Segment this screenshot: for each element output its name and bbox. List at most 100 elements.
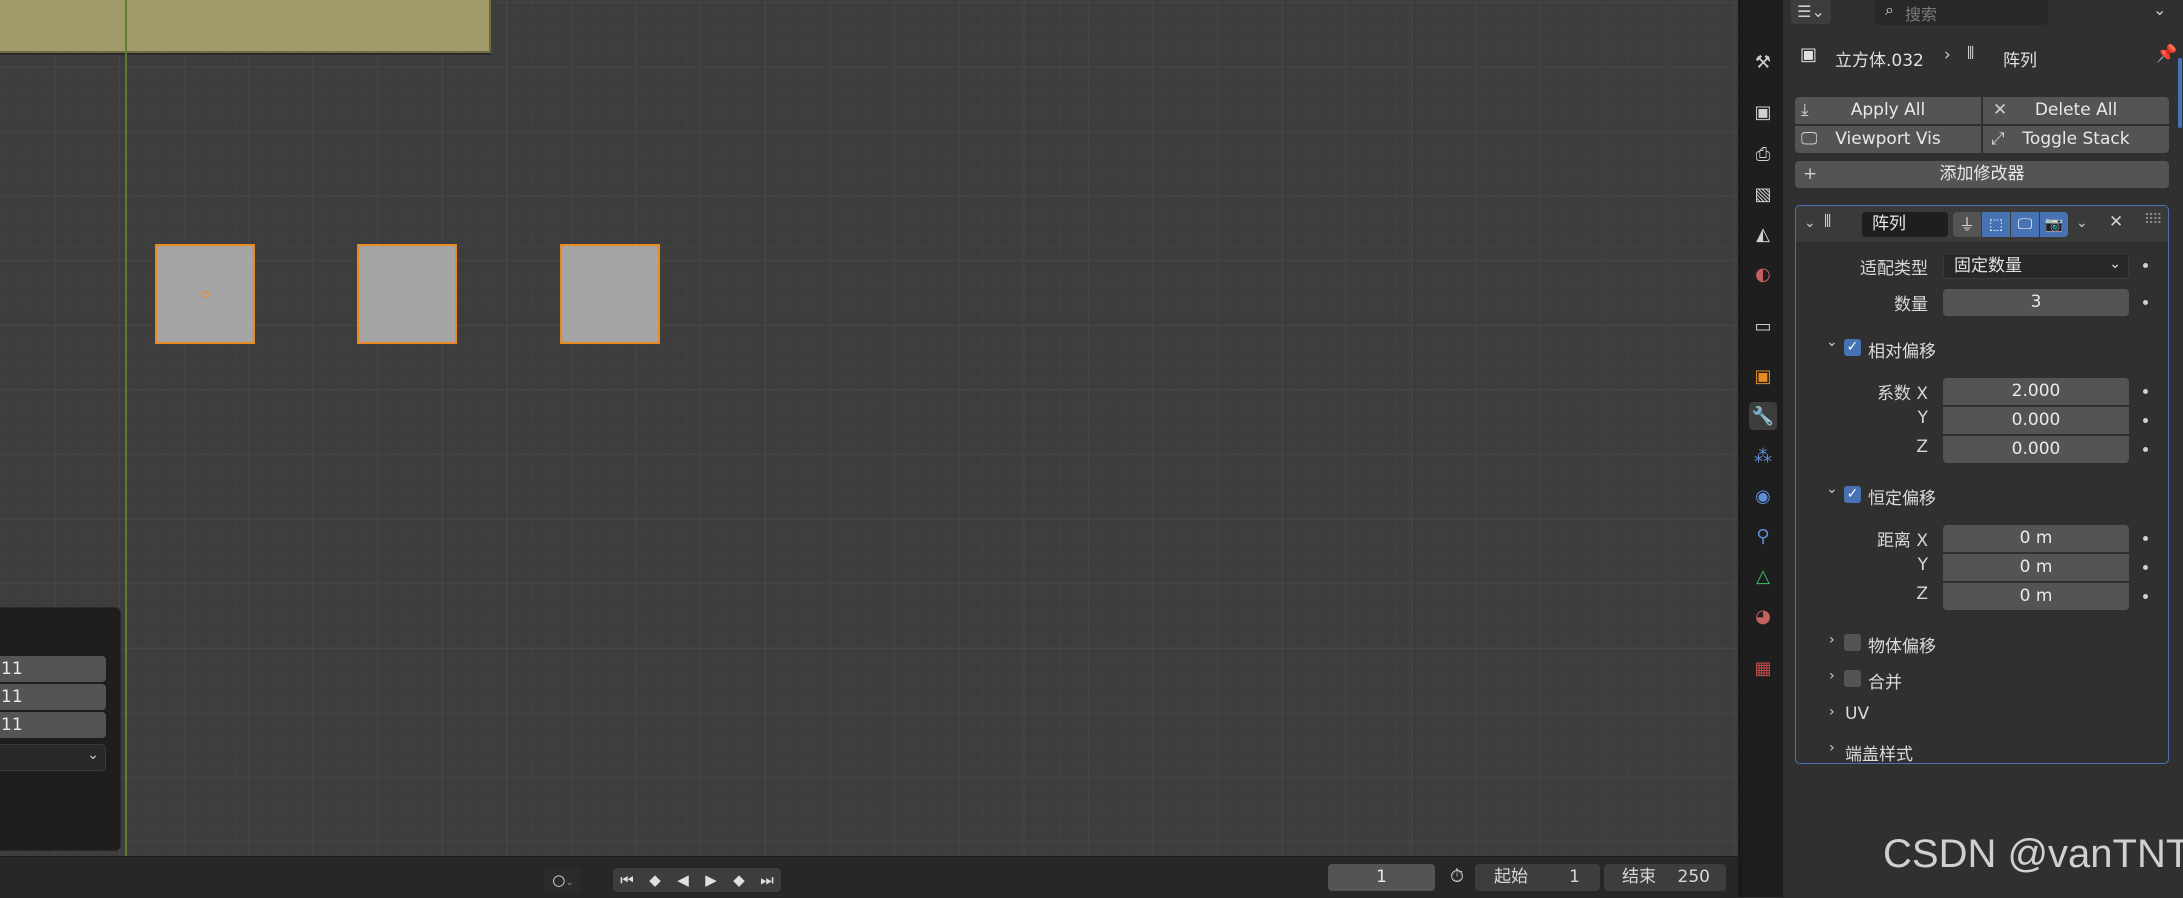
caps-section-label[interactable]: 端盖样式	[1845, 740, 1913, 765]
cube-object-2[interactable]	[357, 244, 457, 344]
operator-value-field[interactable]: 11	[0, 712, 106, 738]
image-icon: ▧	[1754, 183, 1772, 205]
render-toggle[interactable]: 📷	[2040, 212, 2068, 237]
keyframe-dot[interactable]	[2143, 389, 2148, 394]
relative-offset-checkbox[interactable]: ✓	[1844, 339, 1861, 356]
chevron-down-icon[interactable]: ⌄	[2076, 215, 2088, 231]
next-keyframe-button[interactable]: ◆	[725, 868, 753, 892]
constant-offset-checkbox[interactable]: ✓	[1844, 486, 1861, 503]
delete-all-label: Delete All	[2034, 100, 2118, 120]
keyframe-dot[interactable]	[2143, 263, 2148, 268]
constant-offset-label: 恒定偏移	[1868, 489, 1936, 509]
chevron-down-icon[interactable]: ⌄	[1804, 215, 1816, 231]
checker-icon: ▦	[1754, 657, 1772, 679]
factor-x-field[interactable]: 2.000	[1943, 378, 2129, 405]
array-modifier-panel: ⌄ ⫴ 阵列 ⏚ ⬚ 🖵 📷 ⌄ ✕ ⠿⠿ 适配类型 固定数量 ⌄ 数量 3 ⌄…	[1795, 205, 2169, 765]
output-tab[interactable]: ⎙	[1749, 140, 1777, 168]
toggle-stack-button[interactable]: ⤢ Toggle Stack	[1983, 126, 2169, 153]
viewport-vis-button[interactable]: 🖵 Viewport Vis	[1795, 126, 1981, 153]
modifier-context-label: 阵列	[2003, 51, 2037, 71]
material-tab[interactable]: ◕	[1749, 602, 1777, 630]
factor-y-label: Y	[1917, 408, 1928, 428]
realtime-toggle[interactable]: 🖵	[2011, 212, 2039, 237]
scrollbar[interactable]	[2178, 58, 2182, 128]
keyframe-type-dropdown[interactable]: ○⌄	[545, 868, 581, 892]
keyframe-dot[interactable]	[2143, 536, 2148, 541]
scene-tab[interactable]: ◭	[1749, 220, 1777, 248]
constraints-tab[interactable]: ⚲	[1749, 522, 1777, 550]
search-field[interactable]: ⌕ 搜索	[1875, 0, 2048, 25]
chevron-right-icon[interactable]: ›	[1829, 704, 1835, 720]
data-tab[interactable]: △	[1749, 562, 1777, 590]
options-dropdown[interactable]: ⌄	[2153, 0, 2166, 19]
operator-value-field[interactable]: 11	[0, 656, 106, 682]
close-icon[interactable]: ✕	[2109, 212, 2123, 232]
delete-all-button[interactable]: ✕ Delete All	[1983, 97, 2169, 124]
count-field[interactable]: 3	[1943, 289, 2129, 316]
apply-all-button[interactable]: ⤓ Apply All	[1795, 97, 1981, 124]
object-tab[interactable]: ▣	[1749, 362, 1777, 390]
editor-type-button[interactable]: ☰⌄	[1791, 0, 1831, 24]
chevron-right-icon[interactable]: ›	[1829, 632, 1835, 648]
world-icon: ◐	[1755, 263, 1771, 285]
chevron-down-icon[interactable]: ⌄	[1826, 334, 1838, 350]
object-offset-checkbox[interactable]	[1844, 634, 1861, 651]
edit-cage-toggle[interactable]: ⏚	[1953, 212, 1981, 237]
uv-section-label[interactable]: UV	[1845, 704, 1869, 724]
physics-tab[interactable]: ◉	[1749, 482, 1777, 510]
collection-tab[interactable]: ▭	[1749, 312, 1777, 340]
factor-y-field[interactable]: 0.000	[1943, 407, 2129, 434]
chevron-right-icon[interactable]: ›	[1829, 668, 1835, 684]
wrench-icon: 🔧	[1751, 405, 1775, 427]
keyframe-dot[interactable]	[2143, 418, 2148, 423]
distance-x-label: 距离 X	[1876, 531, 1928, 551]
chevron-down-icon: ⌄	[565, 877, 574, 888]
prev-keyframe-button[interactable]: ◆	[641, 868, 669, 892]
object-origin	[202, 291, 209, 298]
keyframe-dot[interactable]	[2143, 447, 2148, 452]
view-layer-tab[interactable]: ▧	[1749, 180, 1777, 208]
chevron-right-icon[interactable]: ›	[1829, 740, 1835, 756]
current-frame-field[interactable]: 1	[1328, 864, 1435, 891]
cube-object-1[interactable]	[155, 244, 255, 344]
distance-z-label: Z	[1916, 584, 1928, 604]
frame-start-field[interactable]: 起始 1	[1475, 864, 1600, 891]
edit-mode-toggle[interactable]: ⬚	[1982, 212, 2010, 237]
keyframe-dot[interactable]	[2143, 300, 2148, 305]
frame-end-field[interactable]: 结束 250	[1604, 864, 1726, 891]
cube-object-3[interactable]	[560, 244, 660, 344]
distance-z-field[interactable]: 0 m	[1943, 583, 2129, 610]
operator-dropdown[interactable]: ⌄	[0, 744, 106, 771]
stopwatch-icon[interactable]: ⏱	[1446, 866, 1468, 888]
render-icon: ▣	[1754, 101, 1772, 123]
play-reverse-button[interactable]: ◀	[669, 868, 697, 892]
keyframe-dot[interactable]	[2143, 565, 2148, 570]
play-button[interactable]: ▶	[697, 868, 725, 892]
merge-checkbox[interactable]	[1844, 670, 1861, 687]
drag-handle-icon[interactable]: ⠿⠿	[2144, 212, 2162, 228]
monitor-icon: 🖵	[1801, 129, 1818, 149]
3d-viewport[interactable]: 11 11 11 ⌄	[0, 0, 1738, 856]
prev-keyframe-icon: ◆	[649, 871, 661, 889]
world-tab[interactable]: ◐	[1749, 260, 1777, 288]
pin-icon[interactable]: 📌	[2156, 44, 2177, 64]
frame-start-value: 1	[1569, 867, 1580, 887]
operator-value-field[interactable]: 11	[0, 684, 106, 710]
keyframe-dot[interactable]	[2143, 594, 2148, 599]
jump-start-button[interactable]: ⏮	[613, 868, 641, 892]
particles-tab[interactable]: ⁂	[1749, 442, 1777, 470]
modifier-tab[interactable]: 🔧	[1749, 402, 1777, 430]
chevron-down-icon[interactable]: ⌄	[1826, 481, 1838, 497]
add-modifier-button[interactable]: + 添加修改器	[1795, 161, 2169, 188]
distance-x-field[interactable]: 0 m	[1943, 525, 2129, 552]
operator-panel: 11 11 11 ⌄	[0, 607, 121, 851]
jump-end-button[interactable]: ⏭	[753, 868, 781, 892]
factor-z-field[interactable]: 0.000	[1943, 436, 2129, 463]
texture-tab[interactable]: ▦	[1749, 654, 1777, 682]
render-tab[interactable]: ▣	[1749, 98, 1777, 126]
modifier-name-field[interactable]: 阵列	[1862, 212, 1948, 237]
tool-tab[interactable]: ⚒	[1749, 48, 1777, 76]
particles-icon: ⁂	[1754, 445, 1772, 467]
distance-y-field[interactable]: 0 m	[1943, 554, 2129, 581]
fit-type-dropdown[interactable]: 固定数量 ⌄	[1943, 253, 2129, 279]
